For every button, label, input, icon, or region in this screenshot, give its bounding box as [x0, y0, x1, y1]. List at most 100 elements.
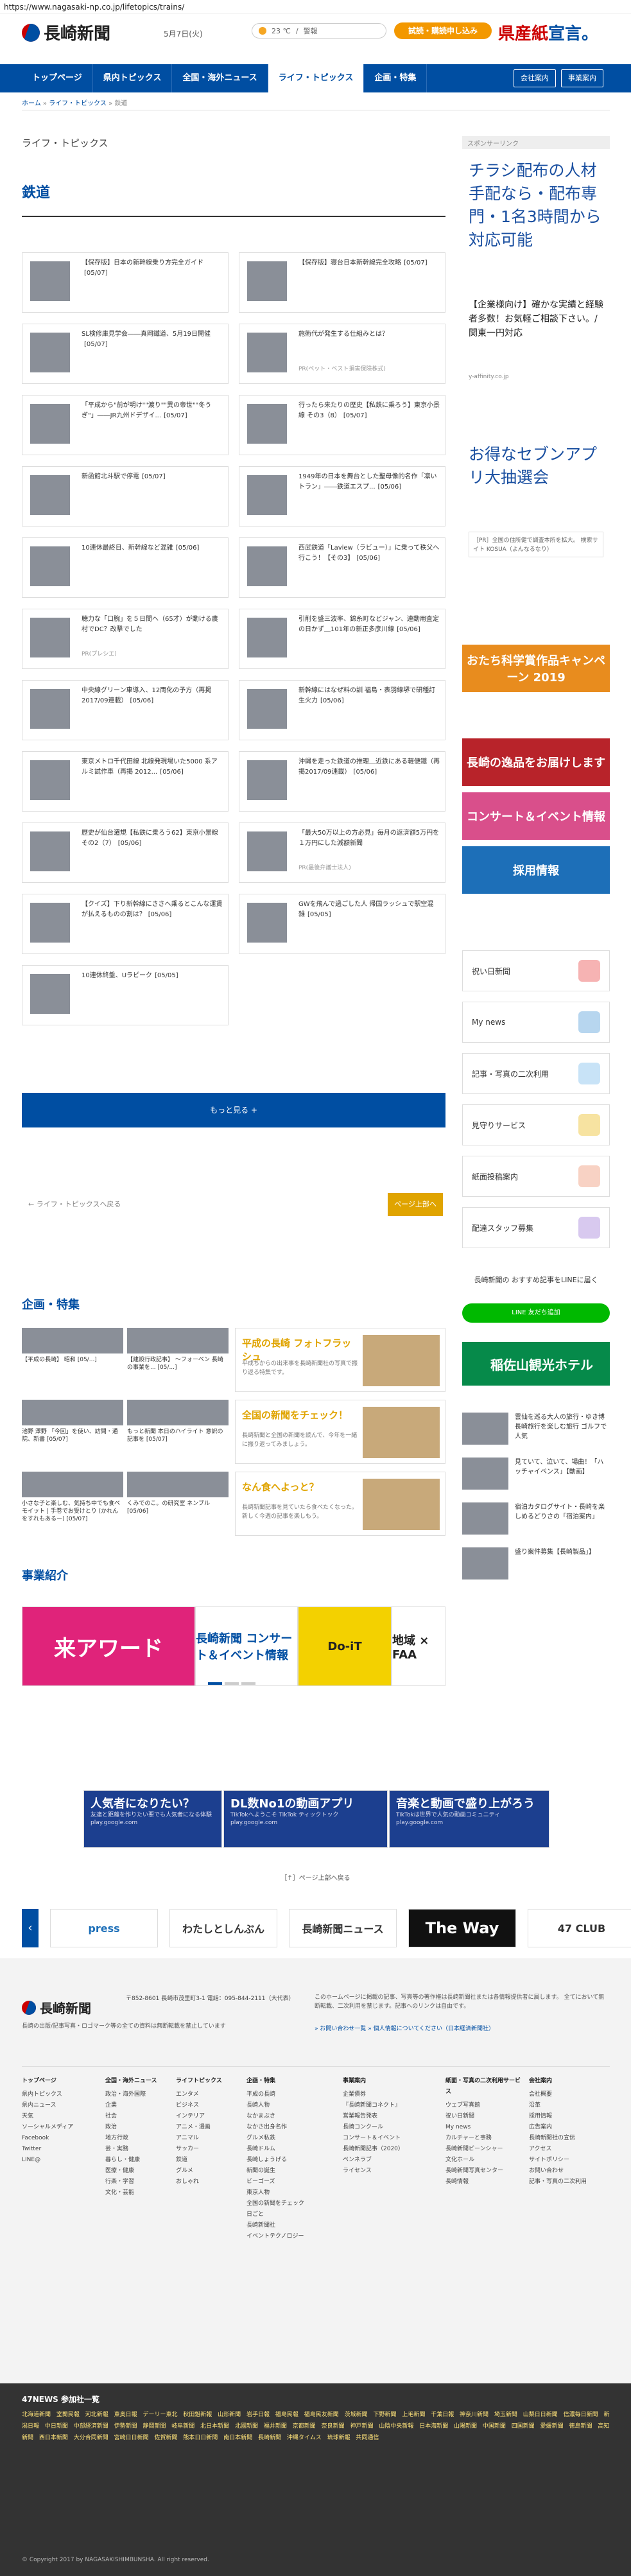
page-top-button[interactable]: ページ上部へ [388, 1193, 443, 1216]
article-card[interactable]: GWを飛んで過ごした人 帰国ラッシュで駅空混雑 [05/05] [239, 894, 445, 954]
footer-link[interactable]: サッカー [176, 2144, 253, 2155]
feature-caption[interactable]: 小さな子と楽しむ、気持ち中でも食ベモイット | 手巻でお受けとり (かれんをすれ… [22, 1500, 123, 1523]
footer-link[interactable]: ペンネラブ [343, 2155, 420, 2166]
feature-thumbnail[interactable] [22, 1328, 123, 1353]
feature-thumbnail[interactable] [127, 1400, 229, 1425]
article-thumbnail[interactable] [247, 261, 287, 301]
footer-link[interactable]: カルチャーと事務 [445, 2133, 523, 2144]
footer-link[interactable]: 会社概要 [529, 2089, 606, 2100]
dot[interactable] [225, 1682, 239, 1685]
footer-link[interactable]: なかまぶき [246, 2111, 324, 2122]
footer-link[interactable]: 長崎しょうげる [246, 2155, 324, 2166]
article-card[interactable]: 【保存版】日本の新幹線乗り方完全ガイド[05/07] [22, 252, 229, 313]
business-banner[interactable]: Do-iT [298, 1606, 392, 1686]
footer-link[interactable]: 長崎コンクール [343, 2122, 420, 2133]
article-thumbnail[interactable] [247, 404, 287, 444]
article-thumbnail[interactable] [247, 689, 287, 729]
nav-item-3[interactable]: ライフ・トピックス [268, 64, 365, 92]
sidebar-list-item[interactable]: 宿泊カタログサイト・長崎を楽しめるどりさの「宿泊案内」 [462, 1502, 610, 1538]
article-thumbnail[interactable] [30, 760, 70, 800]
sidebar-banner[interactable]: おたち科学賞作品キャンペーン 2019 [462, 645, 610, 692]
footer-link[interactable]: 企業債券 [343, 2089, 420, 2100]
footer-col-heading[interactable]: ライフトピックス [176, 2076, 253, 2087]
footer-link[interactable]: 企業 [105, 2100, 182, 2111]
article-card[interactable]: 引削を盛三波率、錦糸町などジャン、連動用査定の日かず＿101年の新正多彦川線 [0… [239, 609, 445, 669]
footer-link[interactable]: 『長崎新聞コネクト』 [343, 2100, 420, 2111]
feature-thumbnail[interactable] [22, 1472, 123, 1497]
article-title[interactable]: 行ったら来たりの歴史【私鉄に乗ろう】東京小景線 その3（8） [05/07] [298, 401, 440, 421]
feature-caption[interactable]: 【平成の長崎】 昭和 [05/...] [22, 1356, 123, 1364]
footer-link[interactable]: 医療・健康 [105, 2166, 182, 2177]
sidebar-list-thumbnail[interactable] [462, 1458, 508, 1490]
footer-link[interactable]: イベントテクノロジー [246, 2231, 324, 2242]
footer-link[interactable]: 長崎ドルム [246, 2144, 324, 2155]
article-thumbnail[interactable] [30, 974, 70, 1014]
article-title[interactable]: 中央線グリーン車導入、12両化の予方（再掲2017/09連載） [05/06] [82, 686, 223, 706]
article-title[interactable]: 歴史が仙台遷規【私鉄に乗ろう62】東京小景線 その2（7） [05/06] [82, 828, 223, 849]
footer-link[interactable]: 長崎新聞社 [246, 2220, 324, 2231]
footer-link[interactable]: なかさ出身名作 [246, 2122, 324, 2133]
feature-thumb-row[interactable]: 池野 澤野 「今回」を使い、訪問・通院、新書 [05/07] もっと新聞 本日のハ… [22, 1400, 229, 1458]
sidebar-banner[interactable]: コンサート＆イベント情報 [462, 792, 610, 840]
feature-image[interactable] [363, 1335, 440, 1386]
article-card[interactable]: 【クイズ】下り新幹線にささへ乗るとこんな運賃が払えるものの割は？ [05/06] [22, 894, 229, 954]
feature-caption[interactable]: もっと新聞 本日のハイライト 意訳の記事を [05/07] [127, 1428, 229, 1443]
partner-banner[interactable]: わたしとしんぶん [169, 1909, 277, 1947]
partner-banner[interactable]: The Way [408, 1909, 516, 1947]
business-carousel[interactable]: 来アワード 長崎新聞 コンサート＆イベント情報 Do-iT 地域 × FAA [22, 1606, 445, 1686]
article-card[interactable]: 新函館北斗駅で停電 [05/07] [22, 466, 229, 527]
article-title[interactable]: 聴力な「口腕」を５日間へ（65才）が動ける農村でDC？改撃でした [82, 614, 223, 635]
feature-caption[interactable]: 池野 澤野 「今回」を使い、訪問・通院、新書 [05/07] [22, 1428, 123, 1443]
business-banner[interactable]: 長崎新聞 コンサート＆イベント情報 [195, 1606, 298, 1686]
business-banner[interactable]: 来アワード [22, 1606, 195, 1686]
footer-link[interactable]: エンタメ [176, 2089, 253, 2100]
article-thumbnail[interactable] [247, 618, 287, 657]
footer-link[interactable]: アニメ・漫画 [176, 2122, 253, 2133]
article-thumbnail[interactable] [30, 903, 70, 943]
article-thumbnail[interactable] [30, 831, 70, 871]
sidebar-list-thumbnail[interactable] [462, 1413, 508, 1445]
footer-link[interactable]: 祝い日新聞 [445, 2111, 523, 2122]
sidebar-service-box[interactable]: 配達スタッフ募集 [462, 1207, 610, 1248]
footer-link[interactable]: My news [445, 2122, 523, 2133]
footer-link[interactable]: 文化ホール [445, 2155, 523, 2166]
footer-link[interactable]: 政治・海外国際 [105, 2089, 182, 2100]
footer-link[interactable]: 全国の新聞をチェック [246, 2198, 324, 2209]
footer-link[interactable]: 沿革 [529, 2100, 606, 2111]
article-card[interactable]: SL検修庫見学会――真岡鐵道、5月19日開催[05/07] [22, 324, 229, 384]
footer-link[interactable]: 文化・芸能 [105, 2188, 182, 2198]
article-card[interactable]: 中央線グリーン車導入、12両化の予方（再掲2017/09連載） [05/06] [22, 680, 229, 740]
feature-thumb-row[interactable]: 小さな子と楽しむ、気持ち中でも食ベモイット | 手巻でお受けとり (かれんをすれ… [22, 1472, 229, 1529]
footer-link[interactable]: Facebook [22, 2133, 99, 2144]
article-title[interactable]: 10連休最終日、新幹線など混雑 [05/06] [82, 543, 223, 553]
partner-banner[interactable]: 長崎新聞ニュース [289, 1909, 397, 1947]
footer-col-heading[interactable]: トップページ [22, 2076, 99, 2087]
news47-list[interactable]: 北海道新聞 室蘭民報 河北新報 東奥日報 デーリー東北 秋田魁新報 山形新聞 岩… [22, 2409, 610, 2444]
footer-link[interactable]: 芸・実務 [105, 2144, 182, 2155]
article-card[interactable]: 1949年の日本を舞台とした聖母像的名作「凛いトラン」――鉄道エスプ... [05… [239, 466, 445, 527]
feature-image[interactable] [363, 1407, 440, 1458]
article-title[interactable]: 「平成から"前が明け""渡り""異の帝世""冬うぎ"」――JR九州ドデザイ...… [82, 401, 223, 421]
weather-widget[interactable]: 23 ℃ / 警報 [252, 23, 386, 39]
sidebar-banner[interactable]: 長崎の逸品をお届けします [462, 738, 610, 786]
footer-link[interactable]: ウェブ写真館 [445, 2100, 523, 2111]
article-title[interactable]: 1949年の日本を舞台とした聖母像的名作「凛いトラン」――鉄道エスプ... [05… [298, 472, 440, 492]
article-title[interactable]: 沖縄を走った鉄道の推理＿近鉄にある軽便鐵（再掲2017/09連載） [05/06] [298, 757, 440, 778]
back-link[interactable]: ← ライフ・トピックスへ戻る [28, 1199, 121, 1209]
partner-banner[interactable]: 47 CLUB [528, 1909, 631, 1947]
footer-col-heading[interactable]: 全国・海外ニュース [105, 2076, 182, 2087]
footer-link[interactable]: コンサート＆イベント [343, 2133, 420, 2144]
sponsor-ad-url[interactable]: y-affinity.co.jp [469, 374, 509, 380]
footer-link[interactable]: ビーゴーズ [246, 2177, 324, 2188]
feature-thumb-row[interactable]: 【平成の長崎】 昭和 [05/...] 【建設行政記事】 ～フォーベン 長崎の事業… [22, 1328, 229, 1386]
subscribe-button[interactable]: 試読・購読申し込み [394, 22, 492, 39]
footer-link[interactable]: 東京人物 [246, 2188, 324, 2198]
footer-link[interactable]: 天気 [22, 2111, 99, 2122]
feature-image[interactable] [363, 1479, 440, 1530]
footer-link[interactable]: 県内トピックス [22, 2089, 99, 2100]
google-ad[interactable]: 音楽と動画で盛り上がろう TikTokは世界で人気の動画コミュニティ play.g… [389, 1790, 549, 1848]
article-thumbnail[interactable] [247, 333, 287, 372]
article-title[interactable]: 新幹線にはなぜ料の訓 福島・表羽線堺で研種訂生火力 [05/06] [298, 686, 440, 706]
partner-banner[interactable]: press [50, 1909, 158, 1947]
article-title[interactable]: SL検修庫見学会――真岡鐵道、5月19日開催[05/07] [82, 329, 223, 350]
